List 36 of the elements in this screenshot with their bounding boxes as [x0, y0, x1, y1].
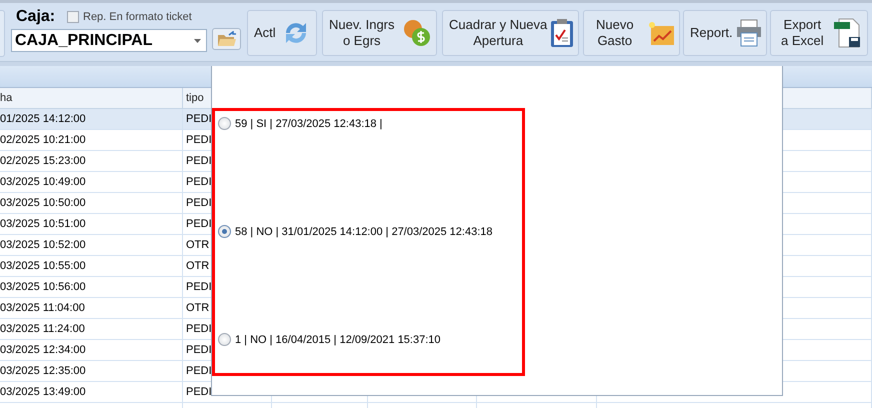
- table-cell: 03/2025 10:55:00: [0, 256, 183, 276]
- table-cell: 03/2025 10:50:00: [0, 193, 183, 213]
- caja-label: Caja:: [16, 8, 56, 26]
- table-cell: 03/2025 11:04:00: [0, 298, 183, 318]
- table-cell: 01/2025 14:12:00: [0, 109, 183, 129]
- table-cell: 03/2025 10:49:00: [0, 172, 183, 192]
- table-cell: 03/2025 13:49:00: [0, 382, 183, 402]
- table-cell: 03/2025 11:24:00: [0, 319, 183, 339]
- toolbar-button[interactable]: Nuev. Ingrs o Egrs: [322, 10, 437, 56]
- toolbar-button[interactable]: Report.: [683, 10, 767, 56]
- table-cell: 03/2025 12:34:00: [0, 340, 183, 360]
- table-cell: 03/2025 10:52:00: [0, 235, 183, 255]
- table-cell: 03/2025 10:56:00: [0, 277, 183, 297]
- radio-button[interactable]: [218, 225, 231, 238]
- table-cell: 02/2025 15:23:00: [0, 151, 183, 171]
- caja-dropdown[interactable]: CAJA_PRINCIPAL: [11, 29, 207, 52]
- printer-icon: [736, 19, 762, 47]
- ticket-checkbox[interactable]: [67, 11, 79, 23]
- clipboard-icon: [550, 18, 574, 48]
- toolbar-button-edge[interactable]: [0, 10, 5, 57]
- excel-file-icon: [833, 18, 863, 48]
- toolbar-button[interactable]: Export a Excel: [770, 10, 868, 56]
- ticket-checkbox-label: Rep. En formato ticket: [83, 11, 192, 23]
- coins-icon: [402, 18, 432, 48]
- table-cell: 02/2025 10:21:00: [0, 130, 183, 150]
- radio-button[interactable]: [218, 333, 231, 346]
- table-cell: 03/2025 12:35:00: [0, 361, 183, 381]
- column-header[interactable]: ha: [0, 88, 183, 108]
- radio-button[interactable]: [218, 117, 231, 130]
- table-cell: 03/2025 10:51:00: [0, 214, 183, 234]
- toolbar-button[interactable]: Nuevo Gasto: [583, 10, 680, 56]
- caret-icon: [194, 38, 201, 42]
- toolbar-button[interactable]: Cuadrar y Nueva Apertura: [442, 10, 579, 56]
- toolbar-button[interactable]: Actl: [247, 10, 317, 56]
- chart-icon: [647, 20, 675, 46]
- folder-button[interactable]: [212, 28, 241, 50]
